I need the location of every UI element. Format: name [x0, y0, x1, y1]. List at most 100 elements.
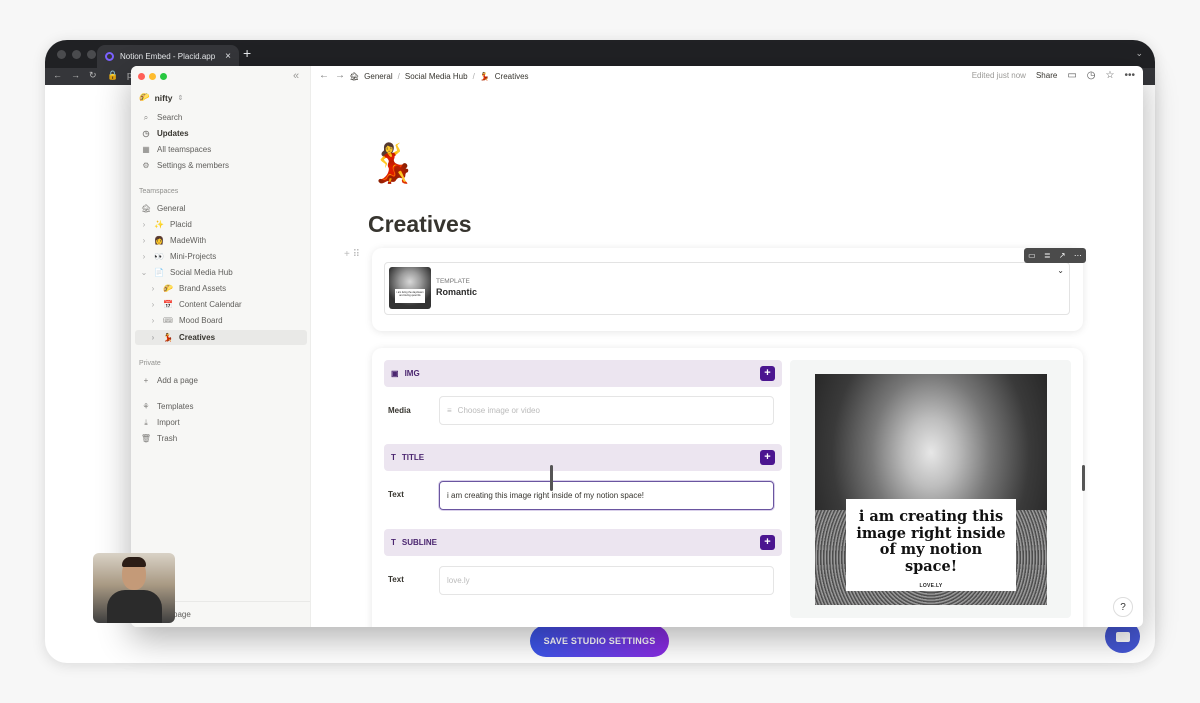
- dancer-icon: 💃: [163, 333, 173, 342]
- template-label: TEMPLATE: [436, 278, 470, 285]
- chevron-right-icon[interactable]: ›: [149, 284, 157, 293]
- sidebar-search[interactable]: ⌕ Search: [135, 110, 307, 125]
- help-button[interactable]: ?: [1113, 597, 1133, 617]
- page-title[interactable]: Creatives: [368, 211, 472, 238]
- subline-text-input[interactable]: love.ly: [439, 566, 774, 595]
- comment-icon[interactable]: ▭: [1028, 251, 1036, 260]
- subline-text-label: Text: [388, 575, 404, 584]
- caption-icon[interactable]: ≣: [1044, 251, 1051, 260]
- resize-handle-right[interactable]: [1082, 465, 1085, 491]
- new-page-button[interactable]: page: [173, 610, 191, 619]
- template-thumbnail: i am living the daydream and loving quie…: [389, 267, 431, 309]
- sidebar-all-teamspaces[interactable]: ▦ All teamspaces: [135, 142, 307, 157]
- embed-toolbar: ▭ ≣ ↗ ⋯: [1024, 248, 1086, 263]
- preview-title: i am creating this image right inside of…: [856, 508, 1006, 575]
- sidebar-item-content-calendar[interactable]: › 📅 Content Calendar: [135, 297, 307, 312]
- media-placeholder: Choose image or video: [457, 406, 540, 415]
- page-icon: 📄: [154, 268, 164, 277]
- new-tab-button[interactable]: +: [243, 45, 251, 61]
- workspace-switcher[interactable]: 🌮 nifty ⇕: [139, 92, 183, 103]
- tab-title: Notion Embed - Placid.app: [120, 52, 216, 61]
- breadcrumb-social-media-hub[interactable]: Social Media Hub: [405, 72, 468, 81]
- title-text-input[interactable]: i am creating this image right inside of…: [439, 481, 774, 510]
- sidebar-item-brand-assets[interactable]: › 🌮 Brand Assets: [135, 281, 307, 296]
- history-icon[interactable]: ◷: [1087, 70, 1096, 81]
- template-name: Romantic: [436, 287, 478, 297]
- block-drag-handle[interactable]: + ⠿: [344, 249, 360, 260]
- section-title: IMG: [404, 369, 420, 378]
- sidebar-item-madewith[interactable]: › 👩 MadeWith: [135, 233, 307, 248]
- close-icon[interactable]: ×: [225, 51, 231, 62]
- chevron-right-icon[interactable]: ›: [140, 236, 148, 245]
- chevron-down-icon[interactable]: ⌄: [1135, 48, 1143, 59]
- share-button[interactable]: Share: [1036, 71, 1057, 80]
- section-title: T TITLE +: [384, 444, 782, 471]
- star-icon[interactable]: ☆: [1106, 70, 1115, 81]
- chevron-down-icon[interactable]: ⌄: [1057, 266, 1064, 275]
- chevron-right-icon[interactable]: ›: [140, 220, 148, 229]
- house-icon: 🏚: [140, 204, 152, 213]
- sidebar-updates[interactable]: ◷ Updates: [135, 126, 307, 141]
- breadcrumb-general[interactable]: General: [364, 72, 392, 81]
- webcam-person-body: [107, 590, 162, 623]
- add-img-button[interactable]: +: [760, 366, 775, 381]
- forward-icon[interactable]: →: [335, 70, 345, 81]
- sidebar-item-label: Settings & members: [157, 161, 230, 170]
- sidebar-item-mini-projects[interactable]: › 👀 Mini-Projects: [135, 249, 307, 264]
- media-picker[interactable]: ≡ Choose image or video: [439, 396, 774, 425]
- list-icon: ≡: [447, 406, 452, 415]
- house-icon: 🏚: [349, 72, 360, 81]
- sidebar-item-label: Brand Assets: [179, 284, 227, 293]
- preview-text-card: i am creating this image right inside of…: [846, 499, 1016, 591]
- reload-icon[interactable]: ↻: [89, 70, 97, 81]
- sidebar-trash[interactable]: 🗑 Trash: [135, 431, 307, 446]
- chevron-right-icon[interactable]: ›: [149, 300, 157, 309]
- open-icon[interactable]: ↗: [1059, 251, 1066, 260]
- breadcrumb-creatives[interactable]: Creatives: [495, 72, 529, 81]
- sidebar-item-mood-board[interactable]: › 🎟 Mood Board: [135, 313, 307, 328]
- import-icon: ⤓: [144, 417, 148, 427]
- back-icon[interactable]: ←: [53, 70, 62, 80]
- chevron-right-icon[interactable]: ›: [140, 252, 148, 261]
- browser-tab[interactable]: Notion Embed - Placid.app ×: [97, 45, 239, 68]
- main-content: ← → 🏚 General / Social Media Hub / 💃 Cre…: [311, 66, 1143, 627]
- chevron-right-icon[interactable]: ›: [149, 333, 157, 342]
- chevron-down-icon[interactable]: ⌄: [140, 268, 148, 277]
- sidebar-item-general[interactable]: 🏚 General: [135, 201, 307, 216]
- sidebar-item-label: Creatives: [179, 333, 216, 342]
- sidebar-templates[interactable]: ⚘ Templates: [135, 399, 307, 414]
- page-icon[interactable]: 💃: [369, 142, 416, 186]
- back-icon[interactable]: ←: [319, 70, 329, 81]
- save-studio-settings-button[interactable]: SAVE STUDIO SETTINGS: [530, 625, 669, 657]
- sidebar-import[interactable]: ⤓ Import: [135, 415, 307, 430]
- image-icon: ▣: [391, 369, 399, 378]
- sidebar-settings[interactable]: ⚙ Settings & members: [135, 158, 307, 173]
- resize-handle-left[interactable]: [550, 465, 553, 491]
- eyes-icon: 👀: [154, 252, 164, 261]
- sparkles-icon: ✨: [154, 220, 164, 229]
- sidebar-item-label: Mini-Projects: [170, 252, 217, 261]
- more-icon[interactable]: •••: [1124, 70, 1135, 81]
- chevron-updown-icon: ⇕: [177, 94, 184, 102]
- chevron-right-icon[interactable]: ›: [149, 316, 157, 325]
- more-icon[interactable]: ⋯: [1074, 251, 1082, 260]
- webcam-person-hair: [122, 557, 146, 567]
- sidebar-item-social-media-hub[interactable]: ⌄ 📄 Social Media Hub: [135, 265, 307, 280]
- traffic-lights[interactable]: [138, 73, 167, 80]
- person-icon: 👩: [154, 236, 164, 245]
- template-selector[interactable]: i am living the daydream and loving quie…: [384, 262, 1070, 315]
- clock-icon: ◷: [142, 129, 150, 138]
- editor-card: ▣ IMG + Media ≡ Choose image or video T …: [372, 348, 1083, 627]
- add-subline-button[interactable]: +: [760, 535, 775, 550]
- collapse-sidebar-icon[interactable]: «: [293, 70, 299, 82]
- sidebar-item-creatives[interactable]: › 💃 Creatives: [135, 330, 307, 345]
- sidebar-item-placid[interactable]: › ✨ Placid: [135, 217, 307, 232]
- sidebar-item-label: MadeWith: [170, 236, 207, 245]
- forward-icon[interactable]: →: [71, 70, 80, 80]
- add-title-button[interactable]: +: [760, 450, 775, 465]
- workspace-name: nifty: [154, 92, 173, 103]
- add-page-button[interactable]: + Add a page: [135, 373, 307, 388]
- comment-icon[interactable]: ▭: [1067, 70, 1076, 81]
- sidebar-item-label: Templates: [157, 402, 194, 411]
- grid-icon: ▦: [142, 145, 150, 154]
